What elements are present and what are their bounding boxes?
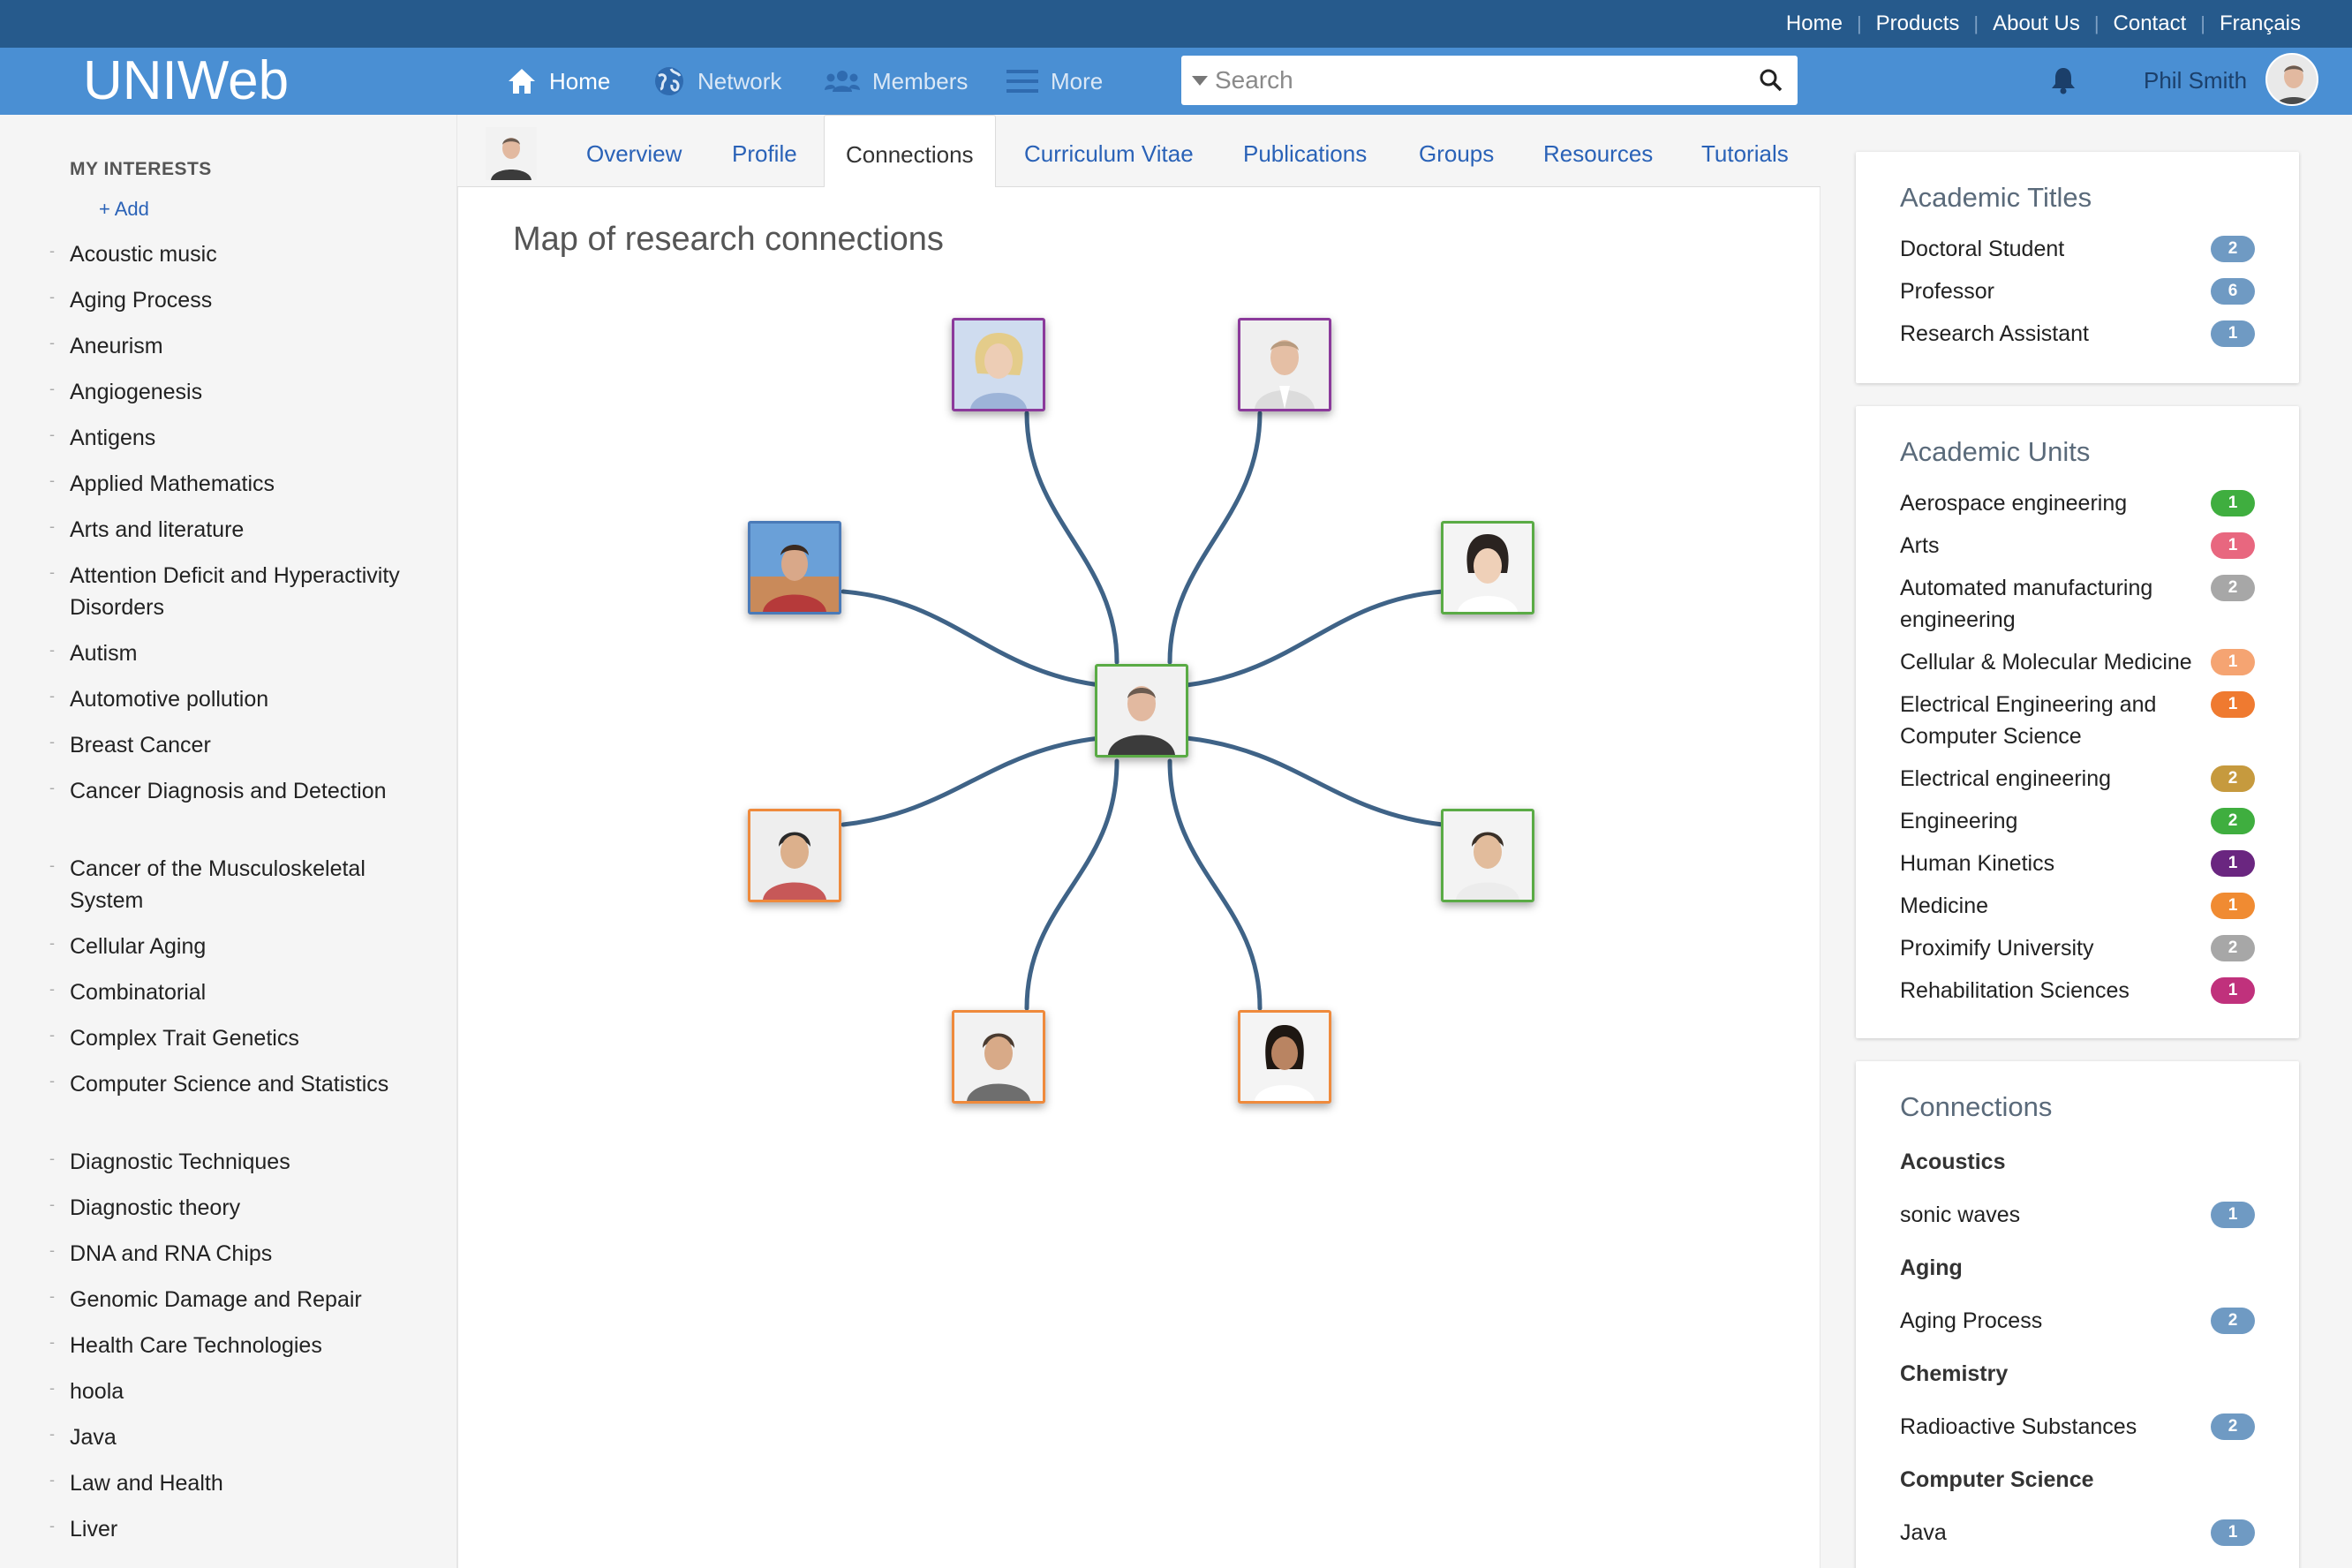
count-badge: 6 [2211, 278, 2255, 305]
connection-category: Chemistry [1900, 1361, 2009, 1386]
connector-line [1024, 758, 1119, 1011]
academic-unit-item[interactable]: Electrical engineering [1900, 763, 2235, 795]
count-badge: 2 [2211, 575, 2255, 601]
person-photo [1240, 320, 1329, 409]
count-badge: 1 [2211, 490, 2255, 516]
person-photo [750, 811, 839, 900]
academic-title-item[interactable]: Research Assistant [1900, 318, 2235, 350]
connections-title: Connections [1900, 1091, 2053, 1122]
connector-line [841, 735, 1103, 827]
connection-node[interactable] [952, 1010, 1045, 1104]
person-photo [1444, 811, 1532, 900]
connection-node[interactable] [952, 318, 1045, 411]
count-badge: 2 [2211, 808, 2255, 834]
connection-node[interactable] [1238, 1010, 1331, 1104]
connector-line [1024, 411, 1119, 665]
connection-node[interactable] [748, 521, 841, 614]
person-photo [1444, 524, 1532, 612]
academic-title-item[interactable]: Professor [1900, 275, 2235, 307]
academic-title-item[interactable]: Doctoral Student [1900, 233, 2235, 265]
academic-unit-item[interactable]: Electrical Engineering and Computer Scie… [1900, 689, 2235, 752]
connection-category: Computer Science [1900, 1467, 2094, 1492]
count-badge: 1 [2211, 1519, 2255, 1546]
connection-node[interactable] [1441, 521, 1534, 614]
academic-titles-card: Academic Titles Doctoral Student 2 Profe… [1856, 152, 2299, 383]
connection-node[interactable] [748, 809, 841, 902]
person-photo [954, 1013, 1043, 1101]
connection-node[interactable] [1441, 809, 1534, 902]
academic-unit-item[interactable]: Human Kinetics [1900, 848, 2235, 879]
academic-unit-item[interactable]: Proximify University [1900, 932, 2235, 964]
connection-item[interactable]: Java [1900, 1517, 2235, 1549]
person-photo [1097, 667, 1186, 755]
count-badge: 2 [2211, 236, 2255, 262]
connector-line [1184, 589, 1445, 688]
connection-category: Acoustics [1900, 1150, 2006, 1174]
person-photo [954, 320, 1043, 409]
connection-node[interactable] [1238, 318, 1331, 411]
connection-item[interactable]: sonic waves [1900, 1199, 2235, 1231]
person-photo [1240, 1013, 1329, 1101]
academic-unit-item[interactable]: Arts [1900, 530, 2235, 562]
count-badge: 1 [2211, 893, 2255, 919]
count-badge: 1 [2211, 320, 2255, 347]
person-photo [750, 524, 839, 612]
count-badge: 1 [2211, 977, 2255, 1004]
connection-item[interactable]: Aging Process [1900, 1305, 2235, 1337]
academic-unit-item[interactable]: Rehabilitation Sciences [1900, 975, 2235, 1006]
count-badge: 2 [2211, 1413, 2255, 1440]
academic-titles-title: Academic Titles [1900, 182, 2092, 213]
academic-unit-item[interactable]: Automated manufacturing engineering [1900, 572, 2235, 636]
connector-line [1167, 758, 1263, 1011]
academic-unit-item[interactable]: Engineering [1900, 805, 2235, 837]
count-badge: 2 [2211, 765, 2255, 792]
count-badge: 1 [2211, 850, 2255, 877]
connections-card: Connections Acoustics sonic waves 1 Agin… [1856, 1061, 2299, 1568]
academic-unit-item[interactable]: Aerospace engineering [1900, 487, 2235, 519]
count-badge: 1 [2211, 691, 2255, 718]
count-badge: 1 [2211, 649, 2255, 675]
count-badge: 1 [2211, 1202, 2255, 1228]
connector-line [1167, 411, 1263, 665]
academic-unit-item[interactable]: Cellular & Molecular Medicine [1900, 646, 2235, 678]
count-badge: 2 [2211, 935, 2255, 961]
connector-line [1184, 735, 1445, 827]
connection-item[interactable]: Radioactive Substances [1900, 1411, 2235, 1443]
connection-category: Aging [1900, 1255, 1963, 1280]
academic-units-card: Academic Units Aerospace engineering 1 A… [1856, 406, 2299, 1038]
count-badge: 2 [2211, 1308, 2255, 1334]
academic-unit-item[interactable]: Medicine [1900, 890, 2235, 922]
academic-units-title: Academic Units [1900, 436, 2091, 467]
connector-line [841, 589, 1103, 688]
connection-node-center[interactable] [1095, 664, 1188, 758]
count-badge: 1 [2211, 532, 2255, 559]
